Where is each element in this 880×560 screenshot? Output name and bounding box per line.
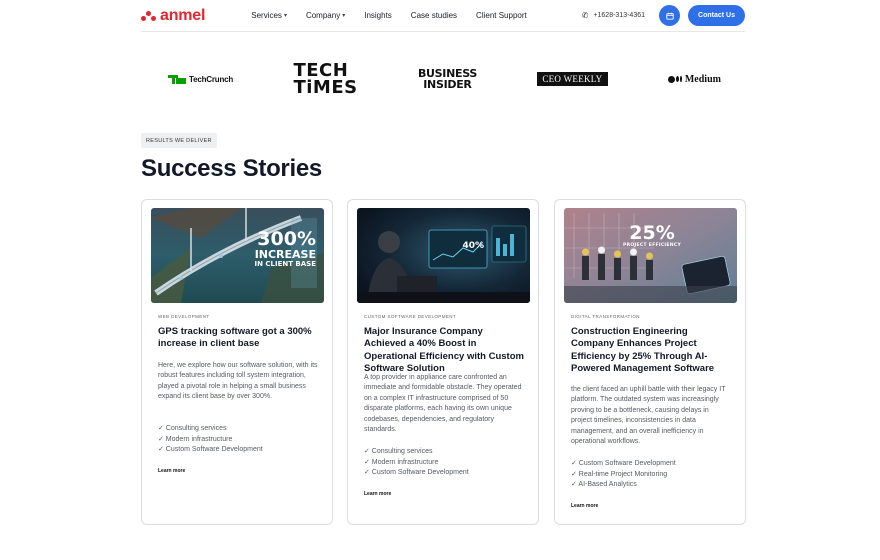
contact-us-button[interactable]: Contact Us	[688, 5, 745, 26]
card-category: WEB DEVELOPMENT	[158, 314, 210, 319]
business-insider-line2: INSIDER	[423, 78, 472, 91]
phone-link[interactable]: ✆ +1628-313-4361	[582, 11, 645, 20]
press-logos: TechCrunch TECH TiMES BUSINESS INSIDER C…	[141, 56, 745, 102]
chevron-down-icon: ▾	[283, 13, 287, 19]
list-item: ✓ Custom Software Development	[364, 469, 469, 477]
card-category: DIGITAL TRANSFORMATION	[571, 314, 640, 319]
nav-label-insights: Insights	[364, 11, 392, 20]
card-description: Here, we explore how our software soluti…	[158, 362, 318, 401]
image-stat-sublabel: IN CLIENT BASE	[254, 260, 316, 268]
list-item: ✓ Real-time Project Monitoring	[571, 470, 668, 478]
image-stat-overlay: 40%	[462, 242, 484, 251]
business-insider-logo: BUSINESS INSIDER	[418, 68, 477, 90]
list-item: ✓ Custom Software Development	[158, 446, 263, 454]
list-item: ✓ Consulting services	[364, 448, 433, 455]
card-feature-list: ✓ Custom Software Development ✓ Real-tim…	[571, 459, 676, 491]
nav-label-company: Company	[305, 11, 341, 20]
card-title[interactable]: Major Insurance Company Achieved a 40% B…	[364, 326, 526, 376]
nav-item-case-studies[interactable]: Case studies	[411, 11, 457, 20]
image-stat-value: 40%	[462, 241, 484, 251]
card-category: CUSTOM SOFTWARE DEVELOPMENT	[364, 314, 457, 319]
techcrunch-text: TechCrunch	[189, 74, 234, 84]
image-stat-label: INCREASE	[254, 248, 316, 261]
phone-number: +1628-313-4361	[593, 12, 645, 19]
case-study-image-gps: 300% INCREASE IN CLIENT BASE	[151, 208, 324, 303]
nav-label-case-studies: Case studies	[410, 11, 458, 20]
list-item: ✓ Consulting services	[158, 425, 227, 432]
image-stat-value: 300%	[257, 228, 316, 250]
brand-logo[interactable]: anmel	[141, 7, 205, 25]
section-eyebrow: RESULTS WE DELIVER	[141, 133, 217, 148]
ceo-weekly-logo: CEO WEEKLY	[537, 72, 608, 86]
top-navigation: anmel Services ▾ Company ▾ Insights Case s…	[141, 0, 745, 32]
image-stat-overlay: 25% PROJECT EFFICIENCY	[623, 224, 681, 249]
medium-mark-icon	[667, 75, 682, 83]
card-description: the client faced an uphill battle with t…	[571, 386, 726, 446]
nav-item-company[interactable]: Company ▾	[306, 11, 345, 20]
case-study-card-insurance[interactable]: 40% CUSTOM SOFTWARE DEVELOPMENT Major In…	[347, 199, 539, 525]
learn-more-link[interactable]: Learn more	[158, 468, 185, 474]
list-item: ✓ Modern infrastructure	[158, 435, 233, 443]
image-stat-label: PROJECT EFFICIENCY	[623, 243, 681, 248]
tech-times-logo: TECH TiMES	[293, 62, 358, 98]
image-stat-overlay: 300% INCREASE IN CLIENT BASE	[254, 228, 316, 269]
nav-label-services: Services	[251, 11, 282, 20]
case-study-image-insurance: 40%	[357, 208, 530, 303]
schedule-button[interactable]	[659, 5, 680, 26]
card-feature-list: ✓ Consulting services ✓ Modern infrastru…	[364, 447, 469, 479]
nav-item-services[interactable]: Services ▾	[251, 11, 287, 20]
learn-more-link[interactable]: Learn more	[571, 503, 598, 509]
calendar-icon	[665, 12, 674, 20]
card-title[interactable]: GPS tracking software got a 300% increas…	[158, 326, 320, 351]
nav-item-client-support[interactable]: Client Support	[476, 11, 527, 20]
case-study-card-gps[interactable]: 300% INCREASE IN CLIENT BASE WEB DEVELOP…	[141, 199, 333, 525]
chevron-down-icon: ▾	[342, 13, 346, 19]
phone-icon: ✆	[581, 11, 589, 20]
techcrunch-logo: TechCrunch	[168, 74, 234, 84]
learn-more-link[interactable]: Learn more	[364, 491, 391, 497]
card-description: A top provider in appliance care confron…	[364, 374, 522, 434]
list-item: ✓ AI-Based Analytics	[571, 481, 637, 489]
case-study-image-construction: 25% PROJECT EFFICIENCY	[564, 208, 737, 303]
nav-label-client-support: Client Support	[476, 11, 527, 20]
medium-text: Medium	[684, 73, 721, 85]
section-title: Success Stories	[141, 155, 322, 182]
main-menu: Services ▾ Company ▾ Insights Case studies…	[251, 11, 546, 20]
list-item: ✓ Modern infrastructure	[364, 458, 439, 466]
case-study-card-construction[interactable]: 25% PROJECT EFFICIENCY DIGITAL TRANSFORM…	[554, 199, 746, 525]
list-item: ✓ Custom Software Development	[571, 460, 676, 467]
medium-logo: Medium	[667, 73, 721, 85]
logo-mark-icon	[141, 10, 157, 22]
tech-times-line2: TiMES	[293, 77, 358, 98]
nav-item-insights[interactable]: Insights	[364, 11, 392, 20]
image-stat-value: 25%	[629, 222, 675, 244]
card-title[interactable]: Construction Engineering Company Enhance…	[571, 326, 733, 376]
card-feature-list: ✓ Consulting services ✓ Modern infrastru…	[158, 424, 263, 456]
brand-name: anmel	[160, 6, 206, 24]
techcrunch-mark-icon	[168, 74, 187, 84]
